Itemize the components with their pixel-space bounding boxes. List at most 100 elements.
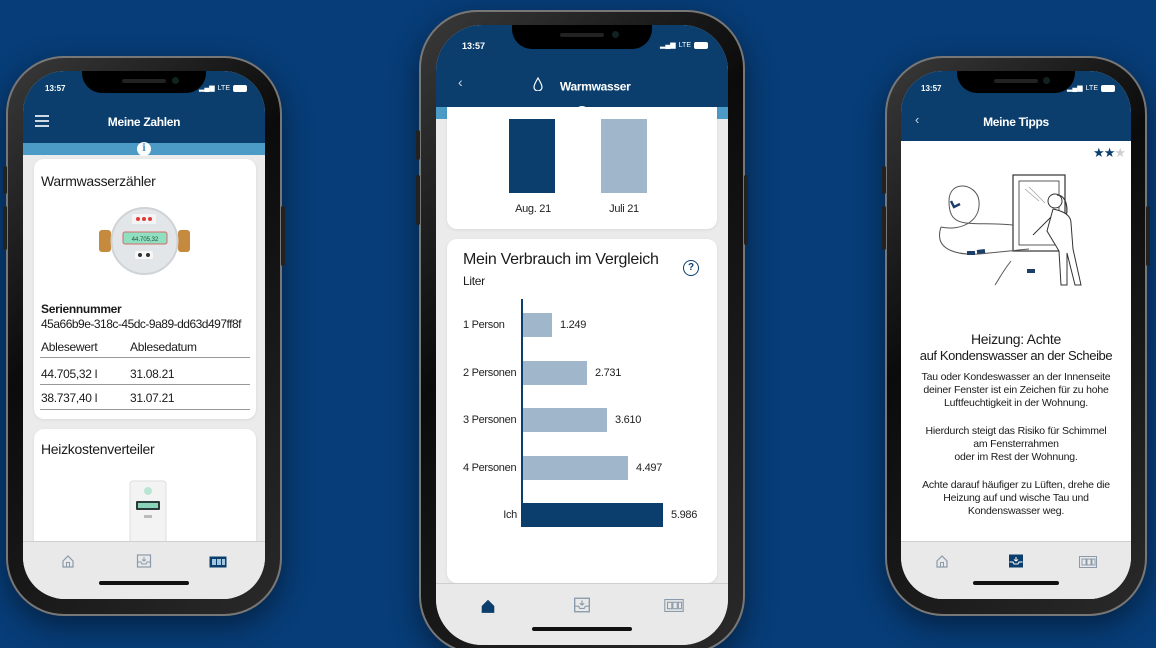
battery-icon [694,41,708,49]
table-header: Ablesedatum [130,340,197,354]
inbox-icon[interactable] [1008,553,1024,574]
meter-display: 44.705,32 [132,237,159,243]
info-icon[interactable]: i [137,142,151,156]
phone-notch [82,71,206,93]
star-icon: ★ [1103,145,1116,160]
home-indicator [973,581,1059,585]
phone-side-button [744,175,748,245]
phone-side-button [882,206,886,250]
phone-side-button [416,175,420,225]
tab-bar [436,583,728,645]
phone-mockup-right: 13:57 ▂▄▆ LTE ‹ Meine Tipps ★★★ Heizung:… [882,56,1150,616]
status-time: 13:57 [462,41,486,51]
star-icon: ★ [1093,145,1105,160]
phone-notch [957,71,1075,93]
divider [40,384,250,385]
table-cell: 31.07.21 [130,391,175,405]
phone-side-button [416,130,420,160]
tip-paragraph: Achte darauf häufiger zu Lüften, drehe d… [922,479,1110,517]
inbox-icon[interactable] [573,596,591,619]
status-icons: ▂▄▆ LTE [199,84,247,92]
meter-icon[interactable] [1079,555,1097,573]
serial-value: 45a66b9e-318c-45dc-9a89-dd63d497ff8f [41,317,241,331]
meter-icon[interactable] [209,555,227,573]
network-label: LTE [678,41,691,49]
bar-juli-21 [601,119,647,193]
y-tick-label: Ich [503,509,517,521]
tip-line: oder im Rest der Wohnung. [954,451,1078,463]
rating-stars: ★★★ [1093,145,1126,161]
page-title: Warmwasser [559,79,631,94]
home-indicator [99,581,189,585]
tip-line: Hierdurch steigt das Risiko für Schimmel [925,425,1107,437]
bar-aug-21 [509,119,555,193]
monthly-bar-chart [509,119,647,193]
table-cell: 31.08.21 [130,367,175,381]
bar-4-personen [523,455,628,480]
comparison-bar-chart: 1 Person 1.249 2 Personen 2.731 3 Personen 3.… [447,299,717,539]
bar-3-personen [523,408,607,432]
status-icons: ▂▄▆ LTE [1067,84,1115,92]
tip-content: ★★★ Heizung: Achte auf Kondenswasser an … [901,141,1131,541]
data-label: 5.986 [671,509,698,521]
home-icon[interactable] [61,554,75,573]
meter-card: Warmwasserzähler 44.705,32 Seriennummer … [34,159,256,419]
monthly-chart-card: Aug. 21 Juli 21 [447,107,717,229]
phone-side-button [281,206,285,266]
phone-notch [512,25,652,49]
phone-screen: 13:57 ▂▄▆ LTE ‹ Warmwasser i Aug. 21 Jul… [436,25,728,645]
battery-icon [1101,84,1115,92]
bar-ich [523,503,663,527]
data-label: 4.497 [636,461,663,474]
water-meter-icon: 44.705,32 [97,204,192,276]
tip-paragraph: Hierdurch steigt das Risiko für Schimmel… [909,425,1123,464]
divider [40,357,250,358]
network-label: LTE [1085,84,1098,92]
comparison-card: Mein Verbrauch im Vergleich Liter ? 1 Pe… [447,239,717,583]
phone-screen: 13:57 ▂▄▆ LTE ‹ Meine Tipps ★★★ Heizung:… [901,71,1131,599]
tip-title-line: auf Kondenswasser an der Scheibe [919,348,1113,363]
heat-cost-allocator-icon [128,479,168,549]
page-title: Meine Zahlen [107,115,181,129]
table-cell: 38.737,40 l [41,391,98,405]
data-label: 1.249 [560,319,587,331]
bar-2-personen [523,360,587,385]
tip-paragraph: Tau oder Kondeswasser an der Innenseite … [921,371,1111,409]
home-icon[interactable] [935,554,949,573]
status-time: 13:57 [921,84,942,93]
phone-mockup-left: 13:57 ▂▄▆ LTE Meine Zahlen i Warmwasserz… [3,56,285,616]
phone-side-button [3,206,7,250]
tab-bar [901,541,1131,599]
table-header: Ablesewert [41,340,98,354]
accent-bar: i [23,142,265,156]
meter-icon[interactable] [664,599,684,617]
card-title: Warmwasserzähler [41,173,156,189]
page-title: Meine Tipps [983,115,1049,129]
card-title: Heizkostenverteiler [41,441,155,457]
phone-side-button [1146,206,1150,266]
question-icon[interactable]: ? [683,260,699,276]
card-title: Mein Verbrauch im Vergleich [463,251,659,268]
status-icons: ▂▄▆ LTE [660,41,708,49]
battery-icon [233,84,247,92]
x-tick-label: Aug. 21 [515,203,551,215]
table-cell: 44.705,32 l [41,367,98,381]
status-time: 13:57 [45,84,66,93]
unit-label: Liter [463,274,485,288]
star-icon: ★ [1114,145,1126,160]
phone-mockup-center: 13:57 ▂▄▆ LTE ‹ Warmwasser i Aug. 21 Jul… [416,10,748,648]
serial-label: Seriennummer [41,302,122,316]
inbox-icon[interactable] [136,553,152,574]
phone-side-button [3,166,7,194]
home-icon[interactable] [480,598,496,619]
tip-line: am Fensterrahmen [973,438,1059,450]
x-tick-label: Juli 21 [609,203,639,215]
data-label: 3.610 [615,414,642,426]
bar-1-person [523,313,552,337]
data-label: 2.731 [595,366,622,379]
divider [40,409,250,410]
phone-side-button [882,166,886,194]
home-indicator [532,627,632,631]
tab-bar [23,541,265,599]
network-label: LTE [217,84,230,92]
